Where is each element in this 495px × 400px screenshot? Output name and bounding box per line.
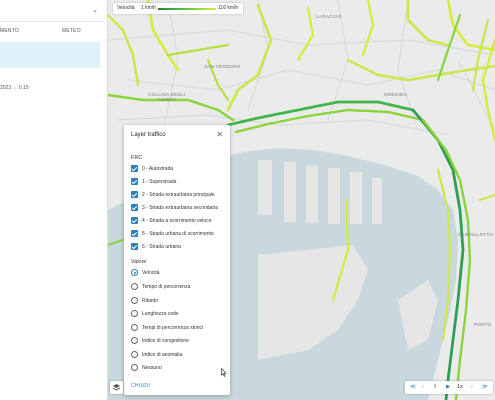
- value-option-label: Tempo di percorrenza: [142, 284, 191, 290]
- speed-legend: Velocità 1 km/h 116 km/h: [113, 3, 243, 14]
- radio-button[interactable]: [131, 364, 138, 371]
- radio-button[interactable]: [131, 297, 138, 304]
- speed-legend-max: 116 km/h: [218, 5, 239, 11]
- speed-gradient-bar: [158, 7, 216, 10]
- value-option-label: Indice di anomalia: [142, 352, 183, 358]
- value-option-label: Ritardo: [142, 298, 159, 304]
- speed-legend-min: 1 km/h: [141, 5, 157, 11]
- value-option-label: Tempi di percorrenza storici: [142, 325, 204, 331]
- step-forward-icon[interactable]: ›: [471, 384, 473, 390]
- checkbox[interactable]: [131, 230, 138, 237]
- value-option-7[interactable]: Nessuno: [131, 363, 226, 373]
- column-header-weather[interactable]: METEO: [62, 28, 81, 34]
- date-range-text: 2023 → 0.15: [0, 85, 29, 91]
- frc-option-label: 5 - Strada urbana di scorrimento: [142, 231, 214, 237]
- value-option-label: Velocità: [142, 270, 160, 276]
- map-label-san-teodoro: SAN TEODORO: [204, 64, 241, 69]
- value-option-6[interactable]: Indice di anomalia: [131, 350, 226, 360]
- layers-button[interactable]: [110, 381, 123, 394]
- value-option-5[interactable]: Indice di congestione: [131, 336, 226, 346]
- value-option-label: Lunghezza code: [142, 311, 179, 317]
- value-option-0[interactable]: Velocità: [131, 268, 226, 278]
- checkbox[interactable]: [131, 204, 138, 211]
- map-label-porto: PORTO: [474, 322, 492, 327]
- frc-option-3[interactable]: 3 - Strada extraurbana secondaria: [131, 203, 226, 213]
- frc-option-label: 2 - Strada extraurbana principale: [142, 192, 215, 198]
- map-label-oregina: OREGINA: [384, 92, 407, 97]
- frc-option-label: 3 - Strada extraurbana secondaria: [142, 205, 218, 211]
- radio-button[interactable]: [131, 324, 138, 331]
- mouse-cursor-icon: [221, 368, 227, 377]
- map-label-lagaccio: LAGACCIO: [316, 14, 342, 19]
- play-icon[interactable]: ▶: [446, 384, 450, 390]
- map-label-collina: COLLINA DEGLI ANGELI: [148, 92, 186, 102]
- pause-icon[interactable]: ‖: [434, 384, 436, 390]
- speed-legend-title: Velocità: [117, 5, 135, 11]
- frc-option-6[interactable]: 6 - Strada urbana: [131, 242, 226, 252]
- playback-speed[interactable]: 1x: [457, 384, 463, 390]
- frc-option-2[interactable]: 2 - Strada extraurbana principale: [131, 190, 226, 200]
- frc-option-label: 6 - Strada urbana: [142, 244, 181, 250]
- value-section-label: Valore: [131, 259, 147, 265]
- frc-option-label: 4 - Strada a scorrimento veloce: [142, 218, 212, 224]
- radio-button[interactable]: [131, 310, 138, 317]
- layers-icon: [112, 384, 121, 391]
- frc-option-label: 1 - Superstrada: [142, 179, 177, 185]
- left-panel: ⌄ MENTO METEO 2023 → 0.15: [0, 0, 108, 400]
- checkbox[interactable]: [131, 217, 138, 224]
- value-option-2[interactable]: Ritardo: [131, 296, 226, 306]
- checkbox[interactable]: [131, 243, 138, 250]
- frc-option-5[interactable]: 5 - Strada urbana di scorrimento: [131, 229, 226, 239]
- frc-section-label: FRC: [131, 155, 143, 161]
- chevron-down-icon[interactable]: ⌄: [92, 6, 98, 14]
- checkbox[interactable]: [131, 178, 138, 185]
- radio-button[interactable]: [131, 269, 138, 276]
- frc-option-4[interactable]: 4 - Strada a scorrimento veloce: [131, 216, 226, 226]
- step-back-icon[interactable]: ‹: [422, 384, 424, 390]
- panel-title: Layer traffico: [131, 132, 166, 138]
- value-option-1[interactable]: Tempo di percorrenza: [131, 282, 226, 292]
- value-option-4[interactable]: Tempi di percorrenza storici: [131, 323, 226, 333]
- map-label-castelletto: CASTELLETTO: [458, 232, 494, 237]
- table-header: MENTO METEO: [0, 24, 104, 38]
- checkbox[interactable]: [131, 165, 138, 172]
- column-header-event[interactable]: MENTO: [0, 28, 19, 34]
- close-button[interactable]: CHIUDI: [131, 383, 150, 389]
- checkbox[interactable]: [131, 191, 138, 198]
- value-option-label: Nessuno: [142, 365, 162, 371]
- frc-option-0[interactable]: 0 - Autostrada: [131, 164, 226, 174]
- radio-button[interactable]: [131, 283, 138, 290]
- search-select[interactable]: ⌄: [0, 0, 104, 22]
- radio-button[interactable]: [131, 351, 138, 358]
- traffic-layer-panel: Layer traffico ✕ FRC 0 - Autostrada 1 - …: [124, 125, 230, 395]
- value-option-3[interactable]: Lunghezza code: [131, 309, 226, 319]
- frc-option-label: 0 - Autostrada: [142, 166, 174, 172]
- skip-back-icon[interactable]: ≪: [410, 384, 416, 390]
- radio-button[interactable]: [131, 337, 138, 344]
- frc-option-1[interactable]: 1 - Superstrada: [131, 177, 226, 187]
- close-icon[interactable]: ✕: [216, 130, 223, 139]
- skip-forward-icon[interactable]: ≫: [482, 384, 488, 390]
- playback-control: ≪ ‹ ‖ ▶ 1x › ≫: [405, 381, 493, 394]
- value-option-label: Indice di congestione: [142, 338, 189, 344]
- table-row-selected[interactable]: [0, 42, 100, 68]
